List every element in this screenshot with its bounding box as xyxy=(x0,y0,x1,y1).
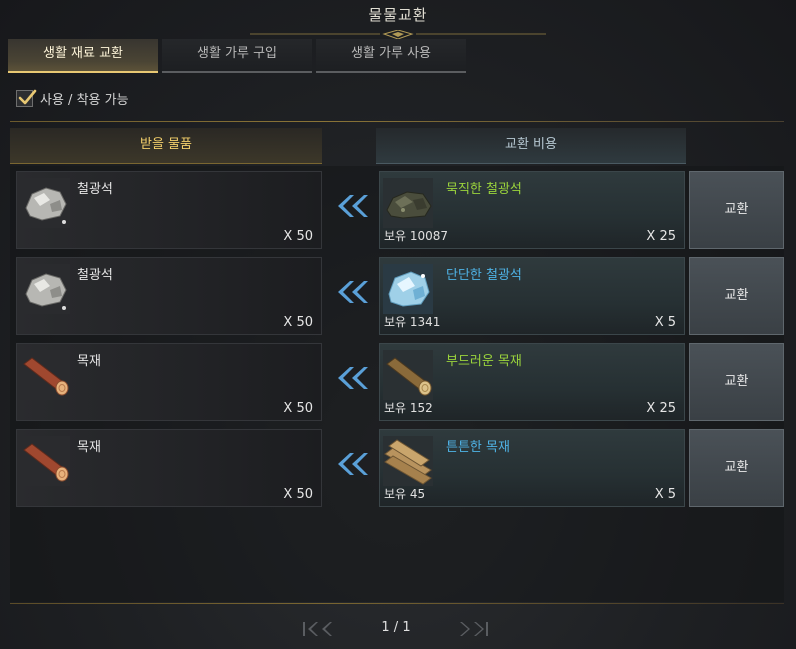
receive-item[interactable]: 철광석 X 50 xyxy=(16,171,322,249)
double-left-arrow-icon xyxy=(338,281,368,303)
cost-item-owned: 보유 10087 xyxy=(384,229,449,243)
timber-icon xyxy=(20,350,70,400)
cost-item-name: 부드러운 목재 xyxy=(446,354,522,369)
exchange-row: 철광석 X 50 단단한 철광석 보유 1341 X 5 교환 xyxy=(16,252,784,335)
exchange-row: 목재 X 50 튼튼한 목재 보유 45 X 5 교환 xyxy=(16,424,784,507)
receive-column-header: 받을 물품 xyxy=(10,128,322,164)
exchange-button[interactable]: 교환 xyxy=(689,171,784,249)
receive-item[interactable]: 목재 X 50 xyxy=(16,343,322,421)
receive-item-qty: X 50 xyxy=(283,401,313,416)
receive-item-name: 철광석 xyxy=(77,268,113,283)
cost-item-qty: X 5 xyxy=(654,487,676,502)
receive-item-name: 목재 xyxy=(77,354,101,369)
cost-item[interactable]: 묵직한 철광석 보유 10087 X 25 xyxy=(379,171,685,249)
tab-bar: 생활 재료 교환 생활 가루 구입 생활 가루 사용 xyxy=(8,39,470,73)
double-left-arrow-icon xyxy=(338,367,368,389)
last-page-icon[interactable] xyxy=(458,618,492,640)
window-title: 물물교환 xyxy=(368,6,428,24)
tab-powder-use[interactable]: 생활 가루 사용 xyxy=(316,39,466,73)
cost-item[interactable]: 부드러운 목재 보유 152 X 25 xyxy=(379,343,685,421)
cost-item-name: 단단한 철광석 xyxy=(446,268,522,283)
exchange-button[interactable]: 교환 xyxy=(689,429,784,507)
receive-item[interactable]: 철광석 X 50 xyxy=(16,257,322,335)
cost-item-owned: 보유 45 xyxy=(384,487,426,501)
usable-checkbox[interactable] xyxy=(16,89,37,107)
cost-column-header: 교환 비용 xyxy=(376,128,686,164)
page-indicator: 1 / 1 xyxy=(381,620,411,635)
receive-item-name: 철광석 xyxy=(77,182,113,197)
cost-item-name: 묵직한 철광석 xyxy=(446,182,522,197)
cost-item-name: 튼튼한 목재 xyxy=(446,440,510,455)
cost-item[interactable]: 튼튼한 목재 보유 45 X 5 xyxy=(379,429,685,507)
exchange-row: 목재 X 50 부드러운 목재 보유 152 X 25 교환 xyxy=(16,338,784,421)
barter-window: 물물교환 생활 재료 교환 생활 가루 구입 생활 가루 사용 사용 / 착용 … xyxy=(0,0,796,649)
cost-item-qty: X 25 xyxy=(646,229,676,244)
receive-item-qty: X 50 xyxy=(283,229,313,244)
sturdy-plank-icon xyxy=(383,436,433,486)
double-left-arrow-icon xyxy=(338,453,368,475)
usable-filter-label: 사용 / 착용 가능 xyxy=(40,93,129,108)
divider xyxy=(10,121,784,122)
cost-item-owned: 보유 1341 xyxy=(384,315,441,329)
iron-ore-icon xyxy=(20,264,70,314)
hard-iron-ore-icon xyxy=(383,264,433,314)
exchange-button[interactable]: 교환 xyxy=(689,257,784,335)
first-page-icon[interactable] xyxy=(300,618,334,640)
soft-timber-icon xyxy=(383,350,433,400)
receive-item[interactable]: 목재 X 50 xyxy=(16,429,322,507)
tab-powder-purchase[interactable]: 생활 가루 구입 xyxy=(162,39,312,73)
exchange-button[interactable]: 교환 xyxy=(689,343,784,421)
receive-item-qty: X 50 xyxy=(283,487,313,502)
tab-material-exchange[interactable]: 생활 재료 교환 xyxy=(8,39,158,73)
usable-filter: 사용 / 착용 가능 xyxy=(16,89,129,108)
cost-item-qty: X 25 xyxy=(646,401,676,416)
cost-item-qty: X 5 xyxy=(654,315,676,330)
exchange-row: 철광석 X 50 묵직한 철광석 보유 10087 X 25 교환 xyxy=(16,166,784,249)
divider xyxy=(10,603,784,604)
checkmark-icon xyxy=(18,89,37,105)
iron-ore-icon xyxy=(20,178,70,228)
cost-item[interactable]: 단단한 철광석 보유 1341 X 5 xyxy=(379,257,685,335)
cost-item-owned: 보유 152 xyxy=(384,401,433,415)
heavy-iron-ore-icon xyxy=(383,178,433,228)
timber-icon xyxy=(20,436,70,486)
receive-item-qty: X 50 xyxy=(283,315,313,330)
receive-item-name: 목재 xyxy=(77,440,101,455)
double-left-arrow-icon xyxy=(338,195,368,217)
